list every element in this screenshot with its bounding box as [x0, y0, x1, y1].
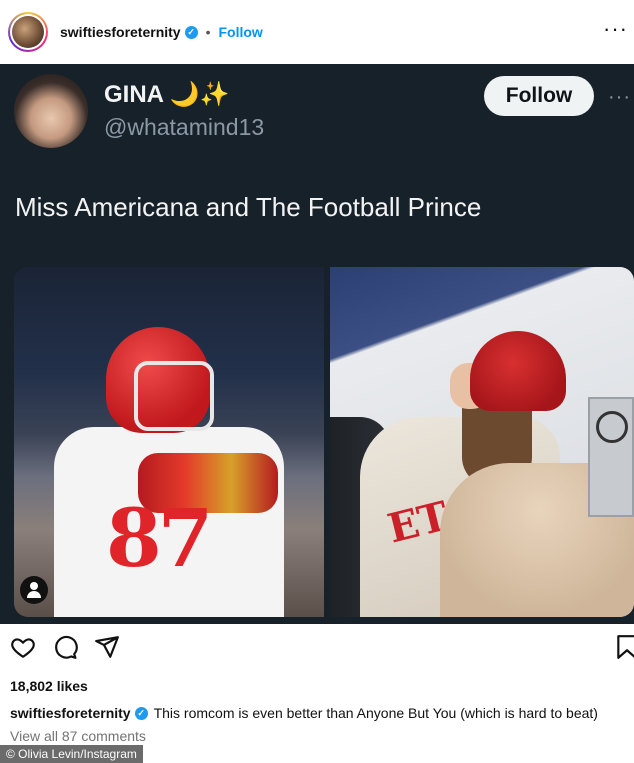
facemask-shape [134, 361, 214, 431]
follow-button[interactable]: Follow [219, 24, 263, 40]
tweet-photo-left: 87 [14, 267, 324, 617]
photo-credit: © Olivia Levin/Instagram [0, 745, 143, 763]
caption-verified-icon: ✓ [134, 706, 148, 720]
moon-sparkles-icon: 🌙✨ [169, 81, 230, 108]
avatar-inner [10, 14, 46, 50]
share-icon[interactable] [94, 634, 120, 660]
user-tag-body [27, 591, 41, 598]
post-image[interactable]: GINA 🌙✨ @whatamind13 Follow ··· Miss Ame… [0, 64, 634, 624]
user-tag-head [30, 582, 38, 590]
tweet-author-name: GINA 🌙✨ [104, 80, 230, 109]
profile-avatar[interactable] [8, 12, 48, 52]
bookmark-icon[interactable] [614, 634, 634, 660]
user-tag-icon[interactable] [20, 576, 48, 604]
caption-text: This romcom is even better than Anyone B… [153, 705, 598, 721]
header-username[interactable]: swiftiesforeternity [60, 24, 181, 40]
comment-icon[interactable] [52, 634, 78, 660]
action-bar [0, 624, 634, 670]
likes-count[interactable]: 18,802 likes [10, 678, 88, 694]
tweet-author-name-text: GINA [104, 81, 164, 108]
tweet-more-icon: ··· [608, 86, 631, 108]
header-separator: • [205, 24, 211, 40]
verified-badge-icon: ✓ [184, 25, 198, 39]
tweet-text: Miss Americana and The Football Prince [15, 192, 482, 222]
beanie-shape [470, 331, 566, 411]
view-comments-link[interactable]: View all 87 comments [10, 728, 146, 744]
post-header: swiftiesforeternity ✓ • Follow [0, 0, 634, 64]
no-smoking-sign [588, 397, 634, 517]
no-smoking-icon [596, 411, 628, 443]
tweet-author-handle: @whatamind13 [104, 114, 265, 140]
heart-icon[interactable] [10, 634, 36, 660]
caption-username[interactable]: swiftiesforeternity [10, 705, 131, 721]
jersey-number: 87 [106, 491, 213, 585]
avatar-image [12, 16, 44, 48]
tweet-photo-right: ET [330, 267, 634, 617]
more-options-icon[interactable]: ··· [603, 18, 628, 40]
tweet-follow-button: Follow [484, 76, 594, 116]
tweet-avatar [14, 74, 88, 148]
post-caption: swiftiesforeternity ✓ This romcom is eve… [10, 705, 598, 721]
